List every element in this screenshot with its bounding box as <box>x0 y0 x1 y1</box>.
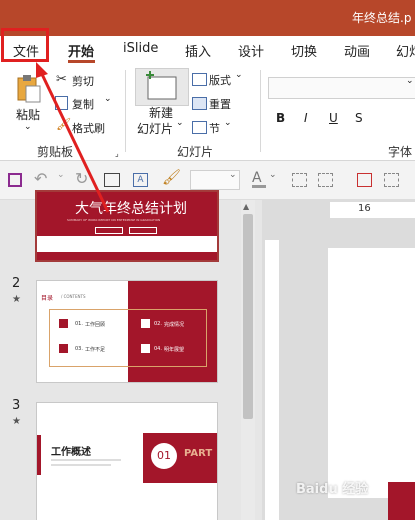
annotation-arrow <box>36 62 110 213</box>
watermark: Baidu 经验 <box>296 482 369 497</box>
